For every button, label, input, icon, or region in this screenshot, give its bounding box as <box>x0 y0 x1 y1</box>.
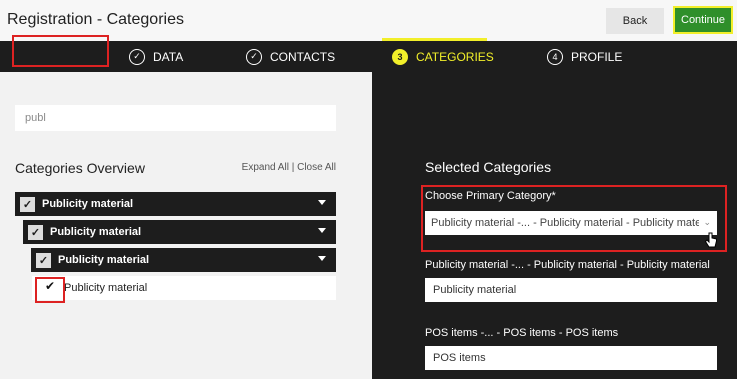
tree-row-level-1[interactable]: ✓ Publicity material <box>15 192 336 216</box>
page-title: Registration - Categories <box>7 11 184 28</box>
search-box <box>15 105 336 131</box>
back-button[interactable]: Back <box>606 8 664 34</box>
caret-down-icon[interactable] <box>318 228 326 233</box>
check-circle-icon: ✓ <box>246 48 262 65</box>
search-highlight-box <box>12 35 109 67</box>
tree-row-label: Publicity material <box>58 254 150 266</box>
checkbox-checked-icon[interactable]: ✓ <box>36 252 51 268</box>
step-data[interactable]: ✓ DATA <box>129 41 183 72</box>
tree-row-level-3[interactable]: ✓ Publicity material <box>31 248 336 272</box>
step-categories[interactable]: 3 CATEGORIES <box>392 41 494 72</box>
link-separator: | <box>291 162 295 173</box>
caret-down-icon[interactable] <box>318 200 326 205</box>
step-number-4: 4 <box>547 48 563 65</box>
selected-category-field[interactable]: POS items <box>425 346 717 370</box>
active-step-indicator <box>382 38 487 41</box>
tree-row-label: Publicity material <box>50 226 142 238</box>
expand-close-links: Expand All | Close All <box>242 162 336 173</box>
step-number-3: 3 <box>392 48 408 65</box>
step-label: PROFILE <box>571 49 623 64</box>
overview-title: Categories Overview <box>15 160 145 176</box>
steps-bar: ✓ DATA ✓ CONTACTS 3 CATEGORIES 4 PROFILE <box>0 41 737 72</box>
expand-all-link[interactable]: Expand All <box>242 162 289 173</box>
tree-leaf-row[interactable]: ✔ Publicity material <box>32 276 336 300</box>
leaf-label: Publicity material <box>64 282 148 294</box>
checkbox-checked-icon[interactable]: ✓ <box>28 224 43 240</box>
continue-button[interactable]: Continue <box>673 6 733 34</box>
selected-path-label: POS items -... - POS items - POS items <box>425 327 619 339</box>
tree-row-level-2[interactable]: ✓ Publicity material <box>23 220 336 244</box>
selected-category-value: POS items <box>433 352 486 364</box>
tree-row-label: Publicity material <box>42 198 134 210</box>
checkbox-highlight-box <box>35 277 65 303</box>
hand-pointer-icon <box>704 232 717 248</box>
top-bar: Registration - Categories Back Continue <box>0 0 737 41</box>
selected-category-value: Publicity material <box>433 284 517 296</box>
close-all-link[interactable]: Close All <box>297 162 336 173</box>
selected-path-label: Publicity material -... - Publicity mate… <box>425 259 710 271</box>
step-contacts[interactable]: ✓ CONTACTS <box>246 41 335 72</box>
selected-title: Selected Categories <box>425 159 552 175</box>
step-profile[interactable]: 4 PROFILE <box>547 41 622 72</box>
caret-down-icon[interactable] <box>318 256 326 261</box>
step-label: CONTACTS <box>270 49 336 64</box>
selected-category-field[interactable]: Publicity material <box>425 278 717 302</box>
check-circle-icon: ✓ <box>129 48 145 65</box>
primary-highlight-box <box>421 185 727 252</box>
checkbox-checked-icon[interactable]: ✓ <box>20 196 35 212</box>
category-search-input[interactable] <box>15 105 336 131</box>
step-label: CATEGORIES <box>416 49 494 64</box>
step-label: DATA <box>153 49 184 64</box>
